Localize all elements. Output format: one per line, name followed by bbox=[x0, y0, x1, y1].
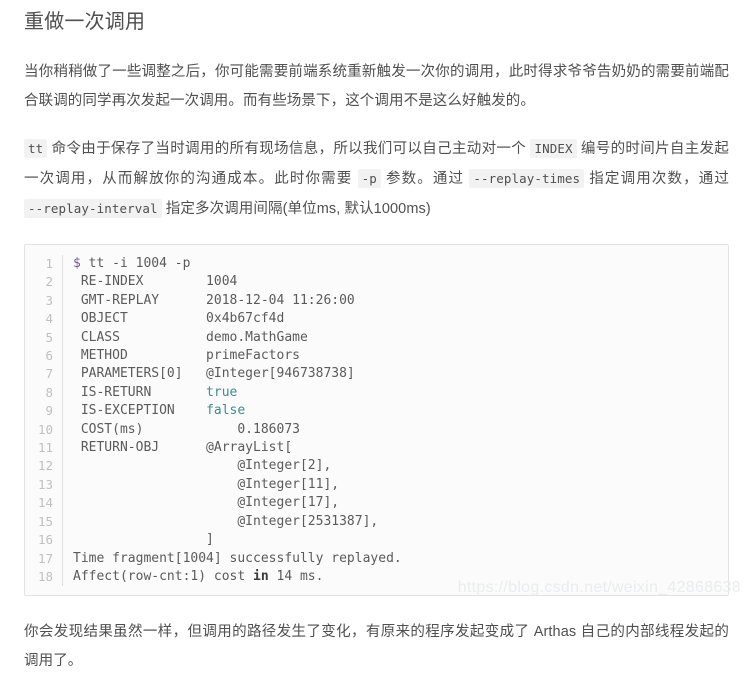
code-line-text: COST(ms) 0.186073 bbox=[73, 421, 300, 437]
code-line: 13 @Integer[11], bbox=[25, 475, 728, 495]
code-line: 8 IS-RETURN true bbox=[25, 383, 728, 403]
inline-code-replay-times: --replay-times bbox=[469, 169, 585, 188]
inline-code-tt: tt bbox=[24, 139, 48, 158]
code-line-number: 11 bbox=[25, 439, 63, 458]
code-line-text: Affect(row-cnt:1) cost in 14 ms. bbox=[73, 568, 324, 584]
code-line-text: ] bbox=[73, 532, 214, 548]
code-line: 9 IS-EXCEPTION false bbox=[25, 402, 728, 421]
code-line: 6 METHOD primeFactors bbox=[25, 347, 728, 366]
article-page: 重做一次调用 当你稍稍做了一些调整之后，你可能需要前端系统重新触发一次你的调用，… bbox=[0, 8, 753, 676]
code-line-text: @Integer[17], bbox=[73, 495, 340, 511]
code-line-text: RETURN-OBJ @ArrayList[ bbox=[73, 440, 293, 456]
paragraph-outro: 你会发现结果虽然一样，但调用的路径发生了变化，有原来的程序发起变成了 Artha… bbox=[24, 624, 729, 670]
code-line: 18 Affect(row-cnt:1) cost in 14 ms. bbox=[25, 567, 728, 587]
code-line-text: RE-INDEX 1004 bbox=[73, 274, 238, 290]
code-line: 15 @Integer[2531387], bbox=[25, 512, 728, 532]
code-block[interactable]: 1 $ tt -i 1004 -p 2 RE-INDEX 1004 3 GMT-REP… bbox=[24, 244, 729, 597]
detail-seg-1: 命令由于保存了当时调用的所有现场信息，所以我们可以自己主动对一个 bbox=[47, 141, 531, 157]
code-line-number: 6 bbox=[25, 347, 63, 366]
code-line: 4 OBJECT 0x4b67cf4d bbox=[25, 310, 728, 329]
code-line-number: 12 bbox=[25, 457, 63, 476]
shell-prompt-token: $ bbox=[73, 256, 81, 271]
code-line-number: 16 bbox=[25, 531, 63, 550]
code-line-number: 15 bbox=[25, 512, 63, 532]
code-line: 11 RETURN-OBJ @ArrayList[ bbox=[25, 439, 728, 458]
code-line-text: METHOD primeFactors bbox=[73, 348, 300, 364]
paragraph-detail: tt 命令由于保存了当时调用的所有现场信息，所以我们可以自己主动对一个 INDE… bbox=[24, 134, 729, 224]
code-line-text: OBJECT 0x4b67cf4d bbox=[73, 311, 285, 327]
detail-seg-3: 参数。通过 bbox=[380, 171, 470, 187]
code-line-text: CLASS demo.MathGame bbox=[73, 329, 308, 345]
boolean-token: true bbox=[206, 384, 238, 400]
code-line: 17 Time fragment[1004] successfully repla… bbox=[25, 549, 728, 568]
code-line-text: $ tt -i 1004 -p bbox=[73, 256, 191, 271]
code-line-text: IS-EXCEPTION false bbox=[73, 403, 246, 419]
code-line-number: 3 bbox=[25, 291, 63, 311]
code-line-number: 4 bbox=[25, 310, 63, 329]
code-line: 3 GMT-REPLAY 2018-12-04 11:26:00 bbox=[25, 291, 728, 311]
code-line: 7 PARAMETERS[0] @Integer[946738738] bbox=[25, 365, 728, 384]
code-line-text: @Integer[2531387], bbox=[73, 513, 379, 529]
code-line-number: 8 bbox=[25, 383, 63, 403]
code-line-number: 9 bbox=[25, 402, 63, 421]
code-line-text: IS-RETURN true bbox=[73, 384, 238, 400]
code-line: 2 RE-INDEX 1004 bbox=[25, 273, 728, 292]
code-line: 16 ] bbox=[25, 531, 728, 550]
code-line-number: 2 bbox=[25, 273, 63, 292]
boolean-token: false bbox=[206, 403, 246, 419]
code-line-number: 13 bbox=[25, 475, 63, 495]
code-line-number: 7 bbox=[25, 365, 63, 384]
code-line: 10 COST(ms) 0.186073 bbox=[25, 420, 728, 440]
inline-code-p-flag: -p bbox=[357, 169, 381, 188]
inline-code-index: INDEX bbox=[530, 139, 577, 158]
code-line-number: 1 bbox=[25, 255, 63, 274]
code-line-number: 10 bbox=[25, 420, 63, 440]
paragraph-intro: 当你稍稍做了一些调整之后，你可能需要前端系统重新触发一次你的调用，此时得求爷爷告… bbox=[24, 64, 729, 109]
code-line: 14 @Integer[17], bbox=[25, 494, 728, 513]
code-line: 5 CLASS demo.MathGame bbox=[25, 328, 728, 348]
detail-seg-4: 指定调用次数，通过 bbox=[584, 171, 729, 187]
code-line-text: Time fragment[1004] successfully replaye… bbox=[73, 550, 402, 566]
code-line-text: @Integer[2], bbox=[73, 458, 332, 474]
code-line-text: GMT-REPLAY 2018-12-04 11:26:00 bbox=[73, 292, 355, 308]
code-line-number: 14 bbox=[25, 494, 63, 513]
page-title: 重做一次调用 bbox=[24, 11, 146, 33]
code-line-number: 18 bbox=[25, 567, 63, 587]
code-line: 1 $ tt -i 1004 -p bbox=[25, 255, 728, 274]
code-line-number: 5 bbox=[25, 328, 63, 348]
keyword-token: in bbox=[253, 568, 269, 584]
code-line-text: @Integer[11], bbox=[73, 476, 340, 492]
inline-code-replay-interval: --replay-interval bbox=[24, 199, 162, 218]
code-rows: 1 $ tt -i 1004 -p 2 RE-INDEX 1004 3 GMT-REP… bbox=[25, 255, 728, 587]
code-line-number: 17 bbox=[25, 549, 63, 568]
code-line: 12 @Integer[2], bbox=[25, 457, 728, 476]
detail-seg-5: 指定多次调用间隔(单位ms, 默认1000ms) bbox=[161, 201, 431, 217]
code-line-text: PARAMETERS[0] @Integer[946738738] bbox=[73, 366, 355, 382]
